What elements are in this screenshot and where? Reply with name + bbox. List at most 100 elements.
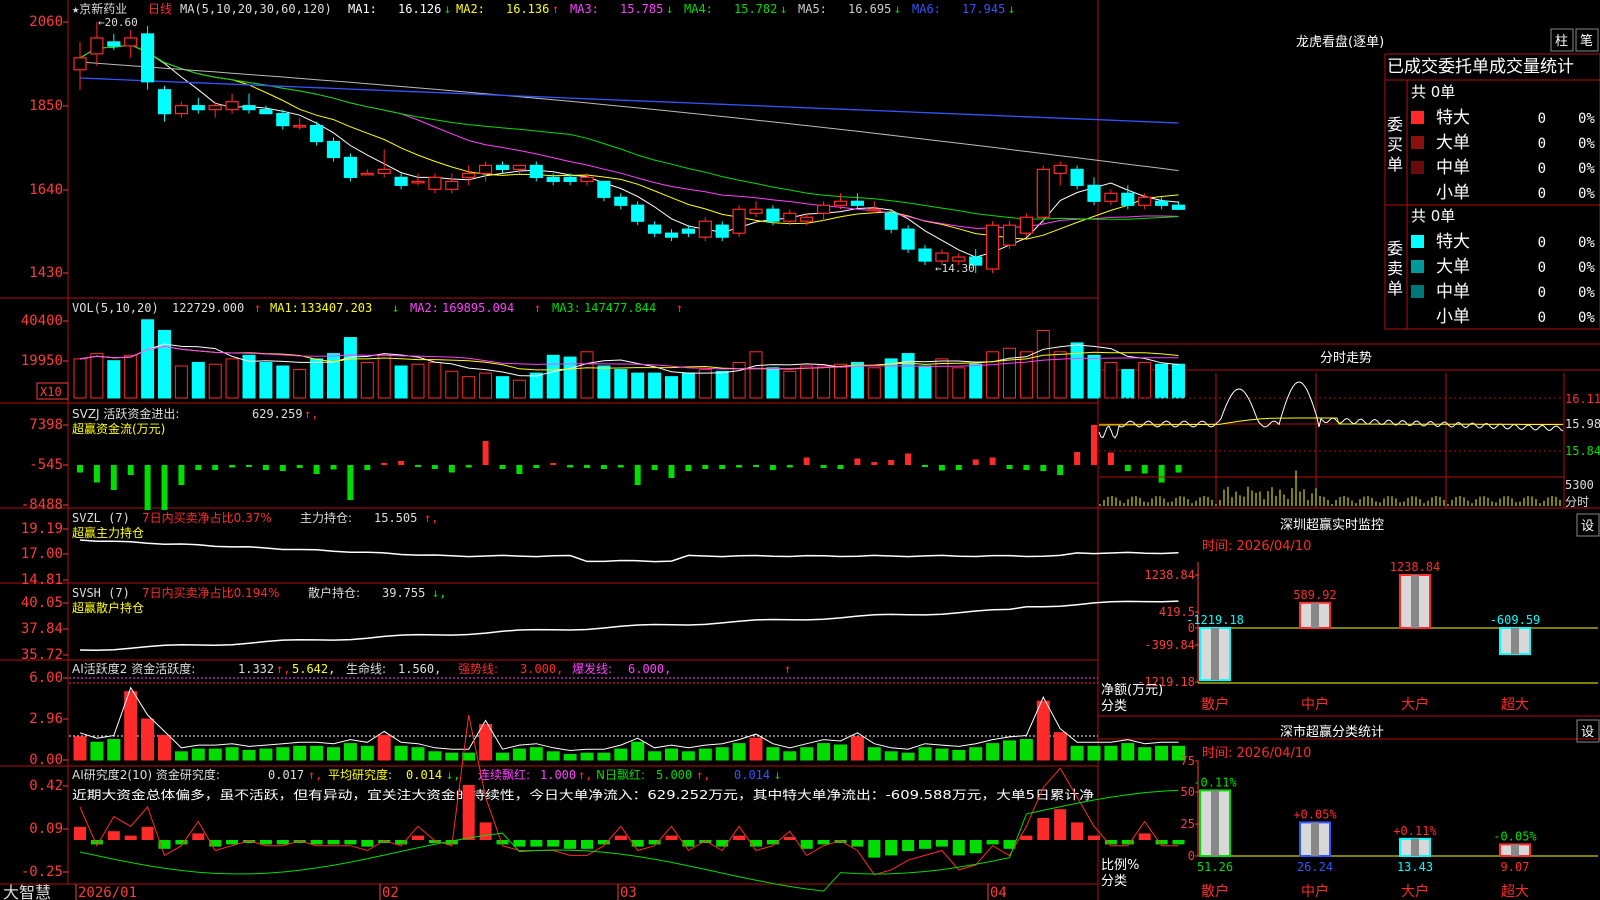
candle	[884, 212, 898, 230]
ma-arrow-3: ↓	[666, 2, 673, 16]
ai-bar	[174, 751, 188, 761]
sz-time: 时间: 2026/04/10	[1202, 539, 1311, 554]
volume-bar	[698, 369, 712, 399]
fl-chart-tick-2: 25	[1181, 817, 1195, 831]
sell_rows-swatch-1	[1411, 260, 1424, 273]
sz-ylabel: 净额(万元)	[1101, 683, 1163, 698]
price-high-mark: ←20.60	[98, 16, 138, 29]
ai-bar	[1104, 745, 1118, 761]
svzj-bar	[702, 465, 709, 469]
sell-side-char-0: 委	[1387, 239, 1403, 258]
candle	[174, 105, 188, 115]
svzj-bar	[1006, 465, 1013, 469]
ai2-a4: ↑,	[696, 768, 710, 782]
svzj-bar	[837, 465, 844, 469]
candle	[343, 156, 357, 178]
fl-chart-value-3: -0.05%	[1493, 829, 1537, 843]
svzj-bar	[381, 463, 388, 465]
svzj-bar	[685, 465, 692, 471]
volume-bar	[580, 351, 594, 399]
volume-bar	[969, 363, 983, 399]
research-bar	[1088, 835, 1100, 840]
volume-bar	[208, 363, 222, 399]
vol-ma-label-1: MA1:	[270, 301, 299, 315]
svzj-bar	[296, 465, 303, 468]
research-bar	[952, 840, 965, 856]
research-bar	[530, 840, 543, 847]
svzj-bar	[262, 465, 269, 470]
candle	[445, 180, 459, 190]
candle	[698, 220, 712, 238]
svzj-bar	[786, 465, 793, 468]
ai-l5: 爆发线:	[572, 661, 612, 676]
vol-ma-value-1: 133407.203	[300, 301, 372, 315]
candle	[90, 37, 104, 55]
research-bar	[733, 835, 746, 840]
svzj-title: SVZJ 活跃资金进出:	[72, 406, 179, 421]
sell_rows-pct-2: 0%	[1578, 285, 1595, 301]
candle	[985, 224, 1000, 270]
ai-bar	[563, 754, 577, 761]
research-bar	[344, 840, 357, 845]
ai-bar	[158, 734, 171, 761]
svzj-bar	[1040, 465, 1047, 471]
volume-bar	[479, 372, 493, 399]
buy_rows-pct-3: 0%	[1578, 186, 1595, 202]
sz-chart-cat-3: 超大	[1501, 697, 1529, 713]
svzj-bar	[922, 465, 928, 467]
ai-bar	[715, 747, 729, 761]
ai-bar	[293, 745, 307, 761]
fl-chart-value-2: +0.11%	[1393, 824, 1437, 838]
fl-chart-tick-0: 75	[1181, 754, 1195, 768]
svzj-bar	[550, 463, 557, 465]
ai-bar	[732, 743, 746, 761]
volume-bar	[377, 354, 391, 399]
vol-value: 122729.000	[172, 301, 244, 315]
svzj-bar	[1091, 425, 1097, 465]
volume-bar	[259, 361, 273, 399]
ma-value-3: 15.785	[620, 2, 663, 16]
volume-bar	[901, 353, 915, 399]
volume-bar	[800, 365, 814, 399]
ai-bar	[969, 747, 983, 761]
ai2-v3: 1.000	[540, 768, 576, 782]
ma-label-1: MA1:	[348, 2, 377, 16]
ai2_panel-tick-1: 0.09	[29, 821, 63, 837]
ai-bar	[394, 745, 408, 761]
ai-bar	[665, 748, 678, 761]
fl-chart-value-1: +0.05%	[1293, 807, 1337, 821]
ai-bar	[225, 747, 239, 761]
research-bar	[107, 831, 120, 840]
stock-name[interactable]: ★京新药业	[72, 1, 127, 16]
candle	[546, 176, 560, 182]
ai-bar	[901, 752, 915, 761]
brand-logo[interactable]: 大智慧	[3, 883, 51, 900]
buy_rows-value-0: 0	[1538, 111, 1546, 127]
vol-unit: X10	[40, 385, 62, 399]
candle	[107, 41, 121, 47]
ai-bar	[631, 741, 645, 761]
svzj-bar	[448, 465, 455, 473]
research-bar	[986, 840, 999, 845]
candle	[749, 208, 763, 214]
ai-bar	[698, 748, 712, 761]
research-bar	[885, 840, 898, 856]
candle	[276, 113, 290, 127]
research-bar	[327, 840, 340, 845]
candle	[326, 140, 341, 159]
sell-side-label: 委卖单	[1387, 239, 1403, 298]
fund-comment: 近期大资金总体偏多，虽不活跃，但有异动，宜关注大资金的持续性，今日大单净流入：6…	[72, 787, 1094, 802]
candle	[411, 180, 425, 184]
candle	[715, 224, 729, 238]
volume-bar	[732, 361, 746, 399]
sz-chart-value-1: 589.92	[1293, 588, 1336, 602]
sell_rows-label-0: 特大	[1436, 232, 1470, 252]
fl-time: 时间: 2026/04/10	[1202, 746, 1311, 761]
period-label[interactable]: 日线	[148, 2, 172, 16]
svzj-bar	[600, 465, 607, 469]
sell_rows-value-3: 0	[1538, 310, 1546, 326]
ai-bar	[850, 736, 864, 761]
svzj-bar	[279, 465, 286, 471]
ma-value-2: 16.136	[506, 2, 549, 16]
price_panel-tick-3: 1430	[29, 265, 63, 281]
